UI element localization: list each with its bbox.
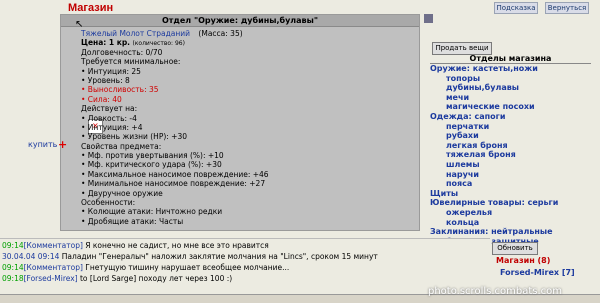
property-item: • Мф. критического удара (%): +30 <box>81 160 222 170</box>
chat-speaker[interactable]: [Forsed-Mirex] <box>24 274 78 283</box>
subcategory-link[interactable]: легкая броня <box>430 141 600 151</box>
subcategory-link[interactable]: наручи <box>430 170 600 180</box>
requirement-item: • Выносливость: 35 <box>81 85 159 95</box>
effect-item: • Уровень жизни (HP): +30 <box>81 132 188 142</box>
chat-message: to [Lord Sarge] походу лет через 100 :) <box>77 274 233 283</box>
requirements-list: • Интуиция: 25 • Уровень: 8 • Выносливость… <box>81 67 401 105</box>
feature-item: • Дробящие атаки: Часты <box>81 216 184 226</box>
subcategory-link[interactable]: шлемы <box>430 160 600 170</box>
property-item: • Максимальное наносимое повреждение: +4… <box>81 169 269 179</box>
effects-list: • Ловкость: -4 • Интуиция: +4 • Уровень жи… <box>81 114 401 142</box>
category-link[interactable]: Ювелирные товары: серьги <box>430 198 600 208</box>
department-header: Отдел "Оружие: дубины,булавы" <box>61 15 419 27</box>
categories-title: Отделы магазина <box>430 54 591 64</box>
chat-panel: 09:14[Комментатор] Я конечно не садист, … <box>0 238 490 295</box>
subcategory-link[interactable]: мечи <box>430 93 600 103</box>
subcategory-link[interactable]: тяжелая броня <box>430 150 600 160</box>
square-icon <box>424 14 433 23</box>
categories-list: Оружие: кастеты,ножи топоры дубины,булавы м… <box>430 64 600 246</box>
chat-message: Гнетущую тишину нарушает всеобщее молчан… <box>82 263 290 272</box>
effect-item: • Интуиция: +4 <box>81 122 143 132</box>
effect-item: • Ловкость: -4 <box>81 113 137 123</box>
item-durability: Долговечность: 0/70 <box>81 47 163 57</box>
refresh-button[interactable]: Обновить <box>492 242 538 255</box>
categories-panel: Отделы магазина Оружие: кастеты,ножи топо… <box>426 54 591 246</box>
item-details: Тяжелый Молот Страданий (Масса: 35) Цена… <box>81 29 401 226</box>
property-item: • Двуручное оружие <box>81 188 163 198</box>
requirement-item: • Уровень: 8 <box>81 75 130 85</box>
subcategory-link[interactable]: рубахи <box>430 131 600 141</box>
requirements-title: Требуется минимальное: <box>81 57 181 67</box>
plus-icon[interactable]: + <box>58 138 67 151</box>
chat-line: 09:14[Комментатор] Гнетущую тишину наруш… <box>2 262 490 273</box>
properties-list: • Мф. против увертывания (%): +10 • Мф. к… <box>81 151 401 198</box>
buy-link[interactable]: купить <box>28 140 57 149</box>
chat-line: 09:18[Forsed-Mirex] to [Lord Sarge] похо… <box>2 273 490 284</box>
category-link[interactable]: Щиты <box>430 189 600 199</box>
item-price: Цена: 1 кр. <box>81 38 131 48</box>
chat-message: Я конечно не садист, но мне все это нрав… <box>82 241 269 250</box>
back-button[interactable]: Вернуться <box>545 2 589 14</box>
property-item: • Минимальное наносимое повреждение: +27 <box>81 179 266 189</box>
item-quantity: (количество: 96) <box>132 40 185 48</box>
chat-speaker[interactable]: [Комментатор] <box>24 263 83 272</box>
subcategory-link[interactable]: ожерелья <box>430 208 600 218</box>
chat-line: 30.04.04 09:14 Паладин "Генералыч" налож… <box>2 251 490 262</box>
subcategory-link[interactable]: кольца <box>430 218 600 228</box>
hint-button[interactable]: Подсказка <box>494 2 538 14</box>
requirement-item: • Интуиция: 25 <box>81 66 141 76</box>
watermark: photo.scrolls.combats.com <box>428 286 563 297</box>
chat-lines: 09:14[Комментатор] Я конечно не садист, … <box>0 239 490 284</box>
effects-title: Действует на: <box>81 104 138 114</box>
category-link[interactable]: Заклинания: нейтральные <box>430 227 600 237</box>
chat-speaker[interactable]: [Комментатор] <box>24 241 83 250</box>
features-title: Особенности: <box>81 198 136 208</box>
chat-time: 09:18 <box>2 274 24 283</box>
chat-message: Паладин "Генералыч" наложил заклятие мол… <box>59 252 378 261</box>
chat-line: 09:14[Комментатор] Я конечно не садист, … <box>2 240 490 251</box>
property-item: • Мф. против увертывания (%): +10 <box>81 151 224 161</box>
chat-time: 09:14 <box>2 241 24 250</box>
chat-time: 09:14 <box>2 263 24 272</box>
properties-title: Свойства предмета: <box>81 141 162 151</box>
subcategory-link[interactable]: дубины,булавы <box>430 83 600 93</box>
requirement-item: • Сила: 40 <box>81 94 122 104</box>
item-name[interactable]: Тяжелый Молот Страданий <box>81 29 190 38</box>
subcategory-link[interactable]: перчатки <box>430 122 600 132</box>
category-link[interactable]: Одежда: сапоги <box>430 112 600 122</box>
category-link[interactable]: Оружие: кастеты,ножи <box>430 64 600 74</box>
item-mass: (Масса: 35) <box>198 29 243 38</box>
features-list: • Колющие атаки: Ничтожно редки • Дробящи… <box>81 207 401 226</box>
subcategory-link[interactable]: магические посохи <box>430 102 600 112</box>
page-title: Магазин <box>68 2 114 14</box>
feature-item: • Колющие атаки: Ничтожно редки <box>81 207 223 217</box>
subcategory-link[interactable]: пояса <box>430 179 600 189</box>
online-title: Магазин (8) <box>496 256 551 265</box>
online-user[interactable]: Forsed-Mirex [7] <box>500 268 575 277</box>
subcategory-link[interactable]: топоры <box>430 74 600 84</box>
chat-time: 30.04.04 09:14 <box>2 252 60 261</box>
